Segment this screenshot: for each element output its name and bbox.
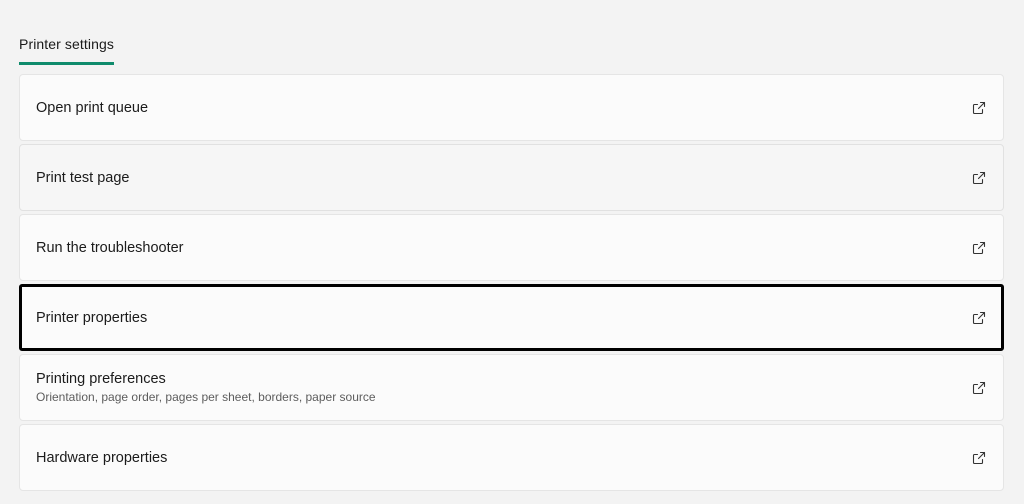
printer-settings-page: Printer settings Open print queue Print …: [0, 0, 1024, 504]
hardware-properties-button[interactable]: Hardware properties: [19, 424, 1004, 491]
section-tab-printer-settings[interactable]: Printer settings: [19, 36, 114, 65]
open-external-icon: [971, 380, 987, 396]
card-title: Run the troubleshooter: [36, 239, 184, 256]
settings-card-list: Open print queue Print test page Run the…: [19, 74, 1004, 494]
card-title: Print test page: [36, 169, 130, 186]
open-external-icon: [971, 240, 987, 256]
card-subtitle: Orientation, page order, pages per sheet…: [36, 390, 376, 404]
open-external-icon: [971, 100, 987, 116]
printing-preferences-button[interactable]: Printing preferences Orientation, page o…: [19, 354, 1004, 421]
card-title: Printing preferences: [36, 371, 166, 387]
card-text: Print test page: [36, 169, 130, 187]
section-tab-label: Printer settings: [19, 36, 114, 65]
printer-properties-button[interactable]: Printer properties: [19, 284, 1004, 351]
print-test-page-button[interactable]: Print test page: [19, 144, 1004, 211]
card-text: Hardware properties: [36, 449, 167, 467]
card-text: Run the troubleshooter: [36, 239, 184, 257]
open-print-queue-button[interactable]: Open print queue: [19, 74, 1004, 141]
open-external-icon: [971, 170, 987, 186]
card-text: Printer properties: [36, 309, 147, 327]
open-external-icon: [971, 450, 987, 466]
card-title: Open print queue: [36, 99, 149, 116]
card-text: Open print queue: [36, 99, 148, 117]
card-title: Hardware properties: [36, 449, 168, 466]
card-text: Printing preferences Orientation, page o…: [36, 370, 376, 405]
run-troubleshooter-button[interactable]: Run the troubleshooter: [19, 214, 1004, 281]
open-external-icon: [971, 310, 987, 326]
card-title: Printer properties: [36, 309, 148, 326]
